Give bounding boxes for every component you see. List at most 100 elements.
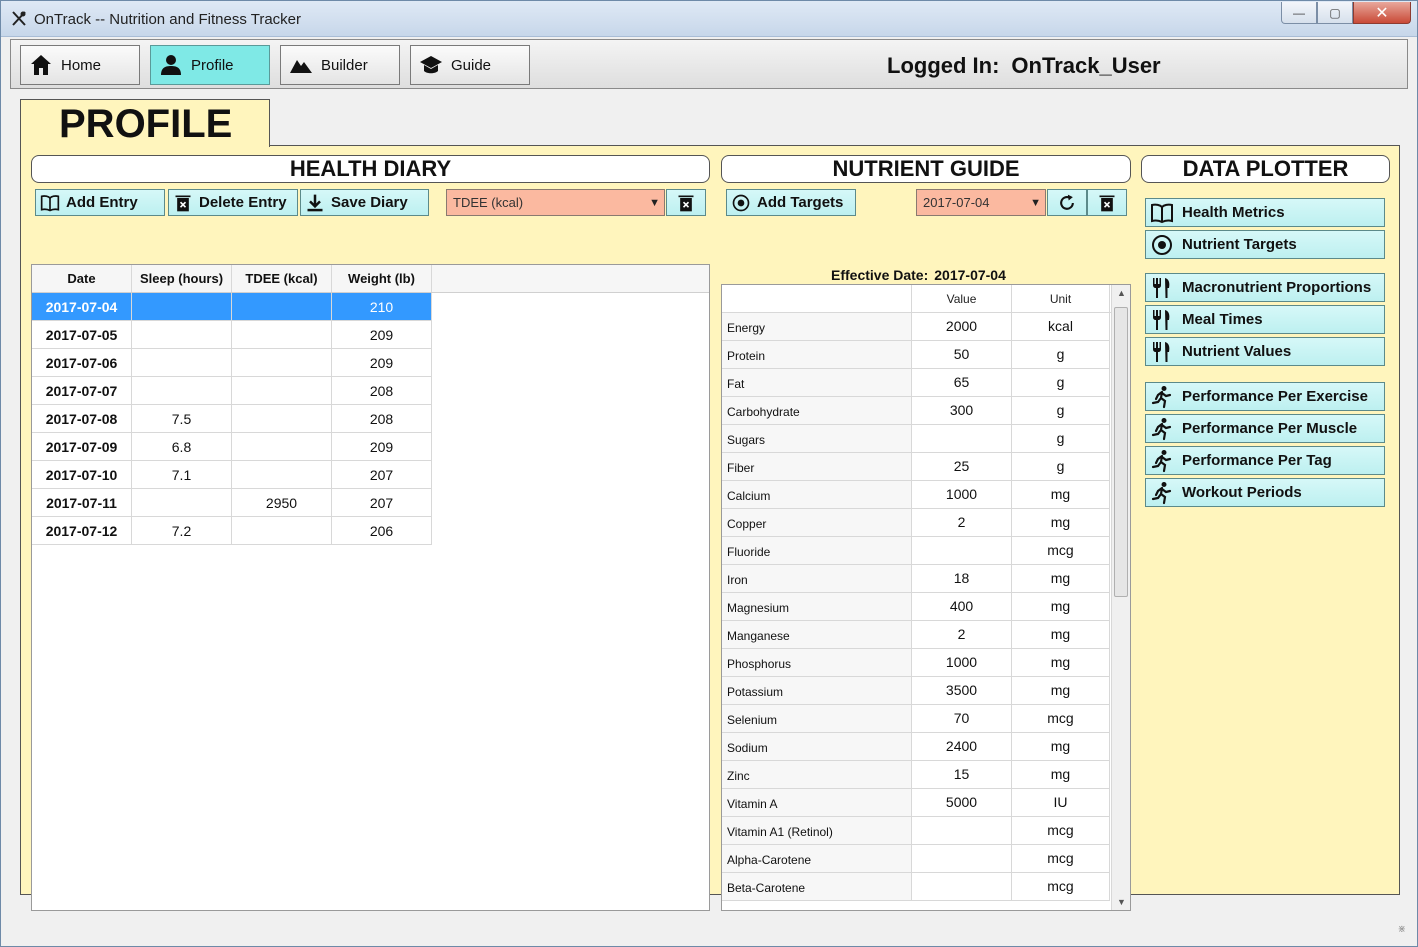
column-header[interactable]: Weight (lb) (332, 265, 432, 292)
profile-tab[interactable]: PROFILE (20, 99, 270, 147)
table-row[interactable]: Phosphorus 1000 mg (722, 649, 1130, 677)
cell-value[interactable]: 5000 (912, 789, 1012, 817)
nav-home-button[interactable]: Home (20, 45, 140, 85)
cell-date[interactable]: 2017-07-05 (32, 321, 132, 349)
add-entry-button[interactable]: Add Entry (35, 189, 165, 216)
table-row[interactable]: Zinc 15 mg (722, 761, 1130, 789)
cell-value[interactable]: 70 (912, 705, 1012, 733)
cell-tdee[interactable] (232, 433, 332, 461)
cell-weight[interactable]: 208 (332, 405, 432, 433)
health-diary-table[interactable]: Date Sleep (hours) TDEE (kcal) Weight (l… (31, 264, 710, 911)
cell-weight[interactable]: 209 (332, 433, 432, 461)
plot-button-workout-periods[interactable]: Workout Periods (1145, 478, 1385, 507)
scroll-down-icon[interactable]: ▼ (1112, 897, 1130, 907)
cell-weight[interactable]: 207 (332, 489, 432, 517)
table-row[interactable]: Selenium 70 mcg (722, 705, 1130, 733)
resize-grip-icon[interactable]: ⋇ (1398, 924, 1406, 935)
cell-value[interactable]: 65 (912, 369, 1012, 397)
cell-weight[interactable]: 210 (332, 293, 432, 321)
table-row[interactable]: Fat 65 g (722, 369, 1130, 397)
cell-value[interactable]: 3500 (912, 677, 1012, 705)
delete-targets-button[interactable] (1087, 189, 1127, 216)
guide-date-select[interactable]: 2017-07-04 ▼ (916, 189, 1046, 216)
cell-value[interactable]: 400 (912, 593, 1012, 621)
cell-date[interactable]: 2017-07-10 (32, 461, 132, 489)
cell-sleep[interactable]: 7.2 (132, 517, 232, 545)
nav-guide-button[interactable]: Guide (410, 45, 530, 85)
table-row[interactable]: Copper 2 mg (722, 509, 1130, 537)
cell-weight[interactable]: 209 (332, 321, 432, 349)
cell-tdee[interactable] (232, 405, 332, 433)
cell-value[interactable]: 15 (912, 761, 1012, 789)
table-row[interactable]: Sugars g (722, 425, 1130, 453)
table-row[interactable]: Calcium 1000 mg (722, 481, 1130, 509)
plot-button-performance-per-exercise[interactable]: Performance Per Exercise (1145, 382, 1385, 411)
cell-value[interactable]: 300 (912, 397, 1012, 425)
refresh-button[interactable] (1047, 189, 1087, 216)
cell-value[interactable] (912, 425, 1012, 453)
column-header[interactable]: Date (32, 265, 132, 292)
cell-sleep[interactable]: 7.1 (132, 461, 232, 489)
cell-tdee[interactable] (232, 377, 332, 405)
nav-builder-button[interactable]: Builder (280, 45, 400, 85)
cell-value[interactable] (912, 817, 1012, 845)
plot-button-health-metrics[interactable]: Health Metrics (1145, 198, 1385, 227)
table-row[interactable]: 2017-07-11 2950 207 (32, 489, 709, 517)
cell-sleep[interactable] (132, 489, 232, 517)
cell-value[interactable]: 1000 (912, 481, 1012, 509)
cell-tdee[interactable]: 2950 (232, 489, 332, 517)
cell-value[interactable]: 1000 (912, 649, 1012, 677)
cell-tdee[interactable] (232, 321, 332, 349)
table-row[interactable]: 2017-07-04 210 (32, 293, 709, 321)
table-row[interactable]: 2017-07-05 209 (32, 321, 709, 349)
cell-sleep[interactable]: 6.8 (132, 433, 232, 461)
cell-date[interactable]: 2017-07-06 (32, 349, 132, 377)
cell-sleep[interactable]: 7.5 (132, 405, 232, 433)
cell-weight[interactable]: 207 (332, 461, 432, 489)
cell-date[interactable]: 2017-07-12 (32, 517, 132, 545)
table-row[interactable]: 2017-07-10 7.1 207 (32, 461, 709, 489)
cell-value[interactable] (912, 537, 1012, 565)
cell-weight[interactable]: 209 (332, 349, 432, 377)
nav-profile-button[interactable]: Profile (150, 45, 270, 85)
table-row[interactable]: Vitamin A 5000 IU (722, 789, 1130, 817)
table-row[interactable]: 2017-07-09 6.8 209 (32, 433, 709, 461)
scroll-up-icon[interactable]: ▲ (1112, 288, 1130, 298)
cell-sleep[interactable] (132, 377, 232, 405)
table-row[interactable]: Magnesium 400 mg (722, 593, 1130, 621)
vertical-scrollbar[interactable]: ▲ ▼ (1111, 285, 1130, 910)
plot-button-performance-per-muscle[interactable]: Performance Per Muscle (1145, 414, 1385, 443)
table-row[interactable]: Vitamin A1 (Retinol) mcg (722, 817, 1130, 845)
cell-weight[interactable]: 206 (332, 517, 432, 545)
cell-date[interactable]: 2017-07-08 (32, 405, 132, 433)
cell-value[interactable]: 50 (912, 341, 1012, 369)
cell-date[interactable]: 2017-07-04 (32, 293, 132, 321)
column-header[interactable]: Sleep (hours) (132, 265, 232, 292)
cell-tdee[interactable] (232, 517, 332, 545)
table-row[interactable]: Protein 50 g (722, 341, 1130, 369)
scrollbar-thumb[interactable] (1114, 307, 1128, 597)
delete-entry-button[interactable]: Delete Entry (168, 189, 298, 216)
cell-value[interactable]: 2400 (912, 733, 1012, 761)
cell-value[interactable]: 18 (912, 565, 1012, 593)
column-header[interactable]: Value (912, 285, 1012, 312)
table-row[interactable]: Alpha-Carotene mcg (722, 845, 1130, 873)
cell-value[interactable]: 2 (912, 509, 1012, 537)
table-row[interactable]: Iron 18 mg (722, 565, 1130, 593)
cell-weight[interactable]: 208 (332, 377, 432, 405)
close-button[interactable]: ✕ (1353, 2, 1411, 24)
table-row[interactable]: Manganese 2 mg (722, 621, 1130, 649)
plot-button-macronutrient-proportions[interactable]: Macronutrient Proportions (1145, 273, 1385, 302)
table-row[interactable]: Beta-Carotene mcg (722, 873, 1130, 901)
table-row[interactable]: Energy 2000 kcal (722, 313, 1130, 341)
table-row[interactable]: 2017-07-12 7.2 206 (32, 517, 709, 545)
cell-value[interactable]: 2000 (912, 313, 1012, 341)
plot-button-nutrient-targets[interactable]: Nutrient Targets (1145, 230, 1385, 259)
cell-date[interactable]: 2017-07-07 (32, 377, 132, 405)
cell-value[interactable]: 2 (912, 621, 1012, 649)
cell-value[interactable]: 25 (912, 453, 1012, 481)
cell-sleep[interactable] (132, 349, 232, 377)
delete-metric-button[interactable] (666, 189, 706, 216)
table-row[interactable]: Carbohydrate 300 g (722, 397, 1130, 425)
column-header[interactable]: TDEE (kcal) (232, 265, 332, 292)
